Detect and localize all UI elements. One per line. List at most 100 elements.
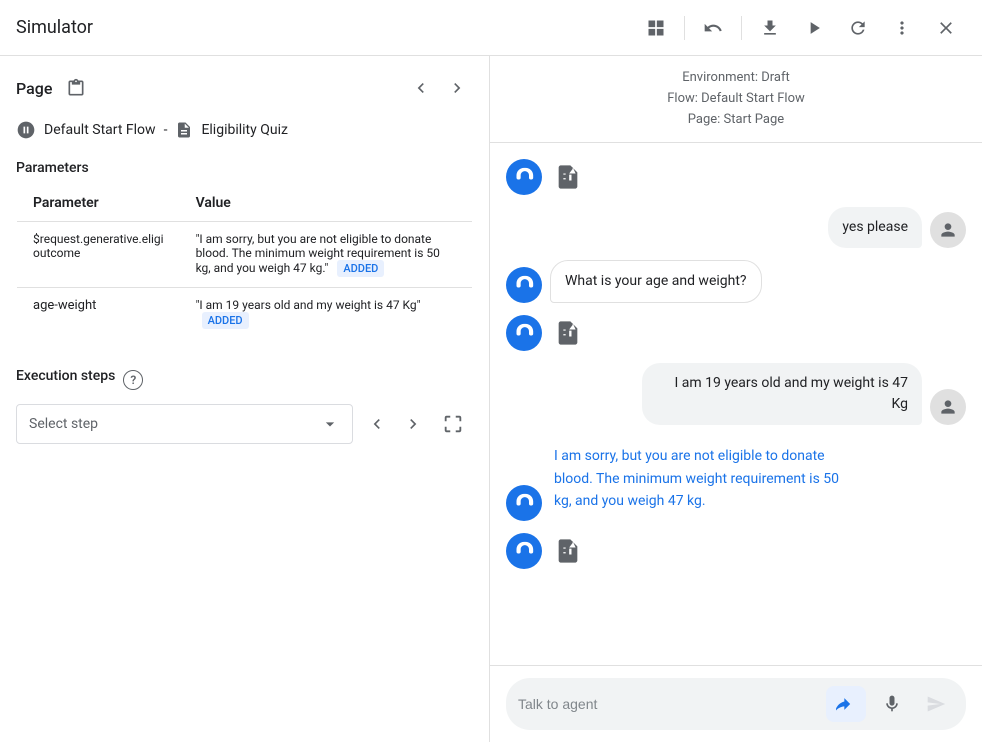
agent-avatar-ai: ✦	[506, 485, 542, 521]
message-3: What is your age and weight?	[506, 260, 966, 303]
dropdown-icon	[320, 414, 340, 434]
params-table: Parameter Value $request.generative.elig…	[16, 184, 473, 340]
execution-section: Execution steps ? Select step	[16, 368, 473, 444]
execution-header: Execution steps ?	[16, 368, 473, 392]
breadcrumb: Default Start Flow - Eligibility Quiz	[16, 120, 473, 140]
message-4	[506, 315, 966, 351]
step-controls: Select step	[16, 404, 473, 444]
main-layout: Page	[0, 56, 982, 742]
chat-input-row	[506, 678, 966, 730]
step-select-placeholder: Select step	[29, 416, 98, 432]
focus-button[interactable]	[433, 404, 473, 444]
param-value-1: "I am sorry, but you are not eligible to…	[180, 222, 473, 288]
msg-bubble-agent-1: What is your age and weight?	[550, 260, 762, 303]
step-next-icon	[403, 414, 423, 434]
undo-button[interactable]	[693, 8, 733, 48]
added-badge-2: ADDED	[202, 312, 249, 329]
page-label: Page	[16, 79, 52, 98]
col-header-value: Value	[180, 185, 473, 222]
flow-name: Default Start Flow	[44, 122, 156, 138]
download-button[interactable]	[750, 8, 790, 48]
grid-icon-button[interactable]	[636, 8, 676, 48]
headset-icon-ai	[514, 493, 534, 513]
headset-icon-2	[514, 275, 534, 295]
params-section: Parameters Parameter Value $request.gene…	[16, 160, 473, 340]
env-line: Environment: Draft	[506, 68, 966, 89]
submit-button[interactable]	[826, 686, 866, 722]
more-icon	[892, 18, 912, 38]
step-prev-icon	[367, 414, 387, 434]
breadcrumb-separator: -	[164, 122, 168, 138]
person-icon-1	[938, 220, 958, 240]
help-icon[interactable]: ?	[123, 370, 143, 390]
grid-icon	[646, 18, 666, 38]
headset-icon-4	[514, 541, 534, 561]
added-badge-1: ADDED	[337, 260, 384, 277]
flow-icon	[16, 120, 36, 140]
message-1	[506, 159, 966, 195]
param-value-2: "I am 19 years old and my weight is 47 K…	[180, 288, 473, 340]
step-prev-button[interactable]	[361, 408, 393, 440]
page-name: Eligibility Quiz	[201, 122, 287, 138]
refresh-button[interactable]	[838, 8, 878, 48]
app-title: Simulator	[16, 17, 93, 38]
message-7	[506, 533, 966, 569]
param-name-2: age-weight	[17, 288, 180, 340]
refresh-icon	[848, 18, 868, 38]
message-2: yes please	[506, 207, 966, 248]
play-icon	[804, 18, 824, 38]
left-panel: Page	[0, 56, 490, 742]
execution-label: Execution steps	[16, 368, 115, 384]
table-row: $request.generative.eligioutcome "I am s…	[17, 222, 473, 288]
agent-avatar-3	[506, 315, 542, 351]
message-6: ✦ I am sorry, but you are not eligible t…	[506, 437, 966, 520]
next-button[interactable]	[441, 72, 473, 104]
send-icon	[926, 694, 946, 714]
mic-icon	[882, 694, 902, 714]
document-info-icon-2	[554, 319, 582, 347]
send-button[interactable]	[918, 686, 954, 722]
document-info-icon-1	[554, 163, 582, 191]
step-select[interactable]: Select step	[16, 404, 353, 444]
document-info-icon-3	[554, 537, 582, 565]
params-label: Parameters	[16, 160, 89, 176]
clipboard-button[interactable]	[60, 72, 92, 104]
doc-icon-2	[550, 315, 586, 351]
msg-bubble-user-2: I am 19 years old and my weight is 47 Kg	[642, 363, 922, 425]
download-icon	[760, 18, 780, 38]
sparkle-icon: ✦	[537, 481, 546, 494]
close-button[interactable]	[926, 8, 966, 48]
mic-button[interactable]	[874, 686, 910, 722]
doc-icon-3	[550, 533, 586, 569]
chat-input[interactable]	[518, 696, 818, 712]
chat-messages: yes please What is your age and weight?	[490, 143, 982, 665]
msg-bubble-agent-ai: I am sorry, but you are not eligible to …	[550, 437, 850, 520]
param-name-1: $request.generative.eligioutcome	[17, 222, 180, 288]
prev-button[interactable]	[405, 72, 437, 104]
more-button[interactable]	[882, 8, 922, 48]
headset-icon-1	[514, 167, 534, 187]
agent-avatar-2	[506, 267, 542, 303]
step-next-button[interactable]	[397, 408, 429, 440]
clipboard-icon	[66, 78, 86, 98]
params-header: Parameters	[16, 160, 473, 176]
title-bar-left: Simulator	[16, 17, 93, 38]
page-line: Page: Start Page	[506, 110, 966, 131]
chat-header: Environment: Draft Flow: Default Start F…	[490, 56, 982, 143]
flow-line: Flow: Default Start Flow	[506, 89, 966, 110]
agent-avatar-1	[506, 159, 542, 195]
nav-arrows	[405, 72, 473, 104]
step-nav-controls	[361, 404, 473, 444]
submit-icon	[836, 694, 856, 714]
page-section: Page	[16, 72, 473, 104]
title-bar-right	[636, 8, 966, 48]
agent-avatar-4	[506, 533, 542, 569]
chevron-right-icon	[447, 78, 467, 98]
focus-icon	[442, 413, 464, 435]
divider-1	[684, 16, 685, 40]
col-header-param: Parameter	[17, 185, 180, 222]
headset-icon-3	[514, 323, 534, 343]
person-icon-2	[938, 397, 958, 417]
play-button[interactable]	[794, 8, 834, 48]
user-avatar-1	[930, 212, 966, 248]
